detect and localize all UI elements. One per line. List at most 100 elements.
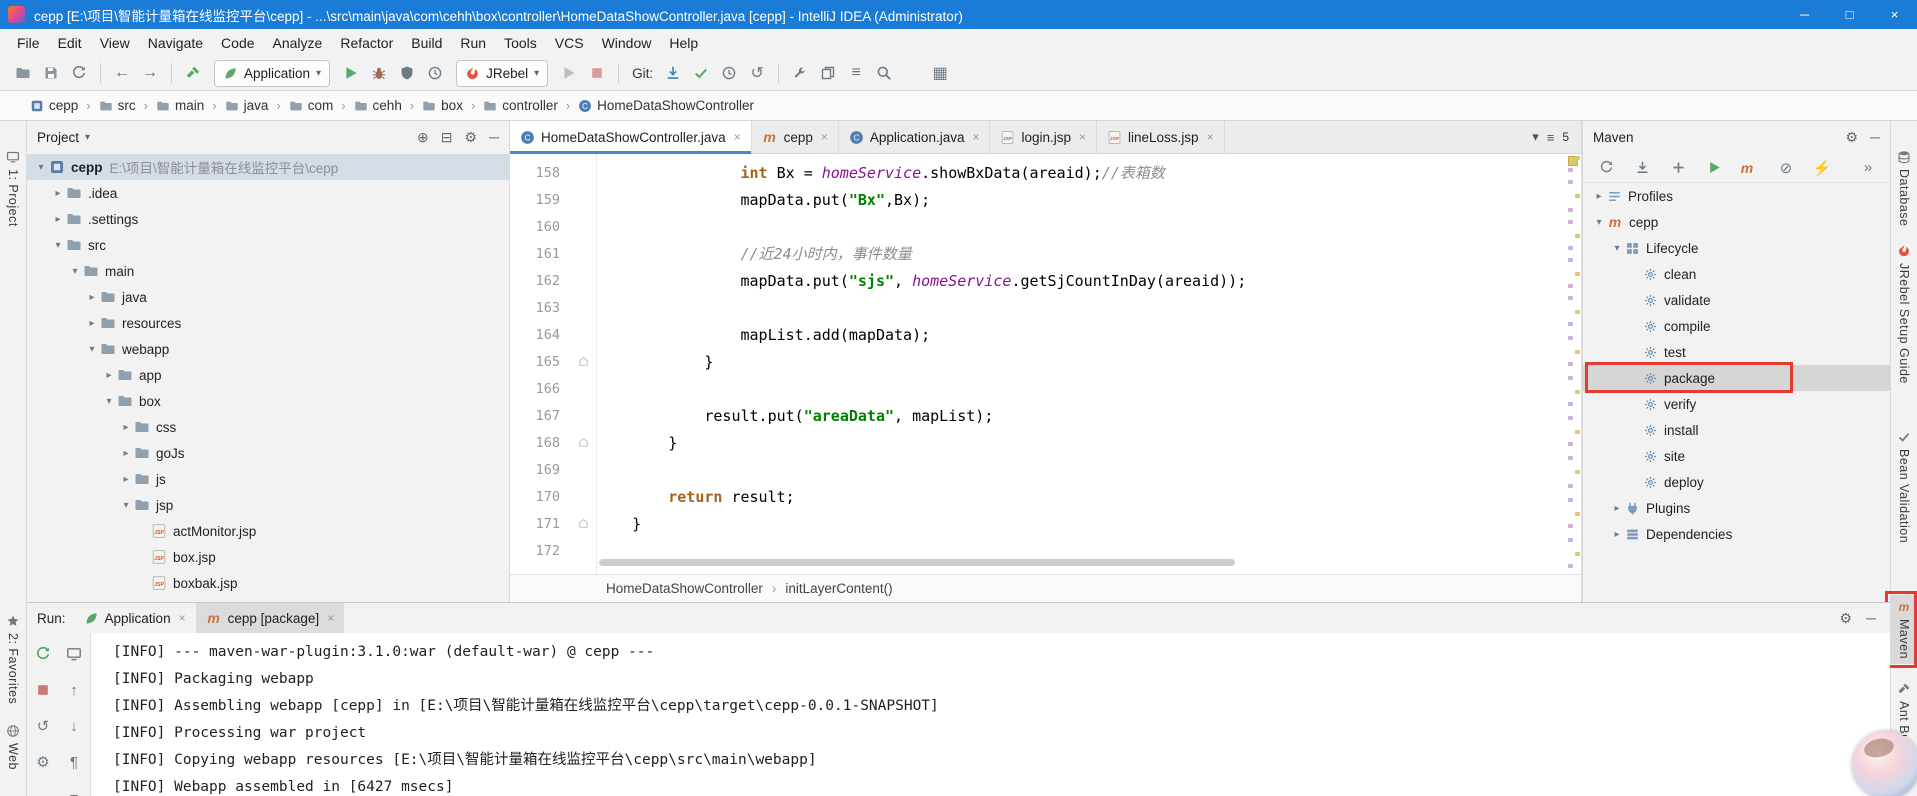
maven-item-plugins[interactable]: ▸ Plugins xyxy=(1583,495,1890,521)
maven-item-package[interactable]: package xyxy=(1583,362,1890,393)
close-button[interactable]: × xyxy=(1872,0,1917,29)
maven-item-site[interactable]: site xyxy=(1583,443,1890,469)
close-tab-icon[interactable]: × xyxy=(734,130,741,144)
git-rollback-icon[interactable]: ↺ xyxy=(744,60,770,86)
collapse-all-icon[interactable]: ⊟ xyxy=(441,129,453,146)
horizontal-scrollbar[interactable] xyxy=(599,559,1235,566)
project-item-java[interactable]: ▸ java xyxy=(27,284,509,310)
project-item-jsp[interactable]: ▾ jsp xyxy=(27,492,509,518)
fold-marker[interactable] xyxy=(570,517,596,530)
project-item-webapp[interactable]: ▾ webapp xyxy=(27,336,509,362)
close-tab-icon[interactable]: × xyxy=(1207,130,1214,144)
line-number[interactable]: 161 xyxy=(510,246,570,262)
line-number[interactable]: 162 xyxy=(510,273,570,289)
close-tab-icon[interactable]: × xyxy=(327,611,334,625)
tree-toggle-icon[interactable]: ▸ xyxy=(118,474,134,485)
line-number[interactable]: 171 xyxy=(510,516,570,532)
breadcrumb-method[interactable]: initLayerContent() xyxy=(785,581,892,596)
tool-button-1-project[interactable]: 1: Project xyxy=(0,145,26,232)
maven-item-profiles[interactable]: ▸ Profiles xyxy=(1583,183,1890,209)
project-item-cepp[interactable]: ▾ cepp E:\项目\智能计量箱在线监控平台\cepp xyxy=(27,154,509,180)
maximize-button[interactable]: □ xyxy=(1827,0,1872,29)
close-tab-icon[interactable]: × xyxy=(821,130,828,144)
run-coverage-icon[interactable] xyxy=(394,60,420,86)
line-number[interactable]: 159 xyxy=(510,192,570,208)
line-number[interactable]: 165 xyxy=(510,354,570,370)
line-number[interactable]: 172 xyxy=(510,543,570,559)
menu-build[interactable]: Build xyxy=(402,29,451,56)
line-number[interactable]: 166 xyxy=(510,381,570,397)
build-project-icon[interactable] xyxy=(180,60,206,86)
maven-more-icon[interactable]: » xyxy=(1855,155,1881,181)
line-number[interactable]: 170 xyxy=(510,489,570,505)
editor-tab-login-jsp[interactable]: JSP login.jsp × xyxy=(990,121,1098,153)
run-console-settings-icon[interactable]: ⚙ xyxy=(30,749,56,775)
minimize-button[interactable]: ─ xyxy=(1782,0,1827,29)
soft-wrap-icon[interactable]: ¶ xyxy=(61,749,87,775)
run-tab-application[interactable]: Application × xyxy=(74,603,196,633)
menu-analyze[interactable]: Analyze xyxy=(264,29,332,56)
project-item-box[interactable]: ▾ box xyxy=(27,388,509,414)
tree-toggle-icon[interactable]: ▾ xyxy=(1609,243,1625,254)
tree-toggle-icon[interactable]: ▾ xyxy=(84,344,100,355)
tool-button-jrebel-setup-guide[interactable]: JRebel Setup Guide xyxy=(1891,239,1917,389)
git-history-icon[interactable] xyxy=(716,60,742,86)
debug-icon[interactable] xyxy=(366,60,392,86)
code-editor[interactable]: 158 int Bx = homeService.showBxData(area… xyxy=(510,154,1567,574)
line-number[interactable]: 160 xyxy=(510,219,570,235)
hide-project-icon[interactable]: ─ xyxy=(489,129,499,145)
breadcrumb-box[interactable]: box xyxy=(422,98,463,113)
prev-message-icon[interactable]: ↑ xyxy=(61,677,87,703)
ui-settings-icon[interactable]: ▦ xyxy=(927,60,953,86)
breadcrumb-controller[interactable]: controller xyxy=(483,98,558,113)
breadcrumb-main[interactable]: main xyxy=(156,98,204,113)
tree-toggle-icon[interactable]: ▾ xyxy=(1591,217,1607,228)
close-tab-icon[interactable]: × xyxy=(1079,130,1086,144)
tree-toggle-icon[interactable]: ▸ xyxy=(1591,191,1607,202)
add-maven-project-icon[interactable] xyxy=(1665,155,1691,181)
tool-button-database[interactable]: Database xyxy=(1891,145,1917,232)
fold-marker[interactable] xyxy=(570,436,596,449)
tree-toggle-icon[interactable]: ▸ xyxy=(84,292,100,303)
compare-icon[interactable] xyxy=(815,60,841,86)
show-console-icon[interactable] xyxy=(61,641,87,667)
tree-toggle-icon[interactable]: ▾ xyxy=(33,162,49,173)
project-options-icon[interactable]: ⚙ xyxy=(465,129,478,146)
tree-toggle-icon[interactable]: ▸ xyxy=(50,214,66,225)
project-item-gojs[interactable]: ▸ goJs xyxy=(27,440,509,466)
execute-maven-goal-icon[interactable]: m xyxy=(1737,155,1763,181)
line-number[interactable]: 169 xyxy=(510,462,570,478)
reimport-maven-icon[interactable] xyxy=(1593,155,1619,181)
tree-toggle-icon[interactable]: ▸ xyxy=(118,448,134,459)
project-item-js[interactable]: ▸ js xyxy=(27,466,509,492)
menu-refactor[interactable]: Refactor xyxy=(331,29,402,56)
tabs-list-icon[interactable]: ≡ xyxy=(1547,130,1555,145)
tree-toggle-icon[interactable]: ▸ xyxy=(1609,503,1625,514)
menu-navigate[interactable]: Navigate xyxy=(139,29,212,56)
tool-button-2-favorites[interactable]: 2: Favorites xyxy=(0,609,26,709)
menu-view[interactable]: View xyxy=(91,29,139,56)
download-sources-icon[interactable] xyxy=(1629,155,1655,181)
maven-item-validate[interactable]: validate xyxy=(1583,287,1890,313)
project-item-box-jsp[interactable]: JSP box.jsp xyxy=(27,544,509,570)
tool-button-bean-validation[interactable]: Bean Validation xyxy=(1891,425,1917,548)
project-item-actmonitor-jsp[interactable]: JSP actMonitor.jsp xyxy=(27,518,509,544)
rerun-disabled-icon[interactable] xyxy=(556,60,582,86)
breadcrumb-homedatashowcontroller[interactable]: C HomeDataShowController xyxy=(578,98,754,113)
menu-edit[interactable]: Edit xyxy=(49,29,91,56)
back-icon[interactable]: ← xyxy=(109,60,135,86)
git-update-icon[interactable] xyxy=(660,60,686,86)
breadcrumb-class[interactable]: HomeDataShowController xyxy=(606,581,763,596)
tabs-dropdown-icon[interactable]: ▾ xyxy=(1532,129,1539,145)
project-item-boxbak-jsp[interactable]: JSP boxbak.jsp xyxy=(27,570,509,596)
run-console[interactable]: [INFO] --- maven-war-plugin:3.1.0:war (d… xyxy=(91,633,1890,796)
breadcrumb-cepp[interactable]: cepp xyxy=(30,98,78,113)
maven-item-compile[interactable]: compile xyxy=(1583,313,1890,339)
maven-options-icon[interactable]: ⚙ xyxy=(1846,129,1859,146)
fold-marker[interactable] xyxy=(570,355,596,368)
project-item-resources[interactable]: ▸ resources xyxy=(27,310,509,336)
run-icon[interactable] xyxy=(338,60,364,86)
tree-toggle-icon[interactable]: ▸ xyxy=(50,188,66,199)
scroll-to-end-icon[interactable]: ≡ xyxy=(61,785,87,796)
menu-code[interactable]: Code xyxy=(212,29,263,56)
